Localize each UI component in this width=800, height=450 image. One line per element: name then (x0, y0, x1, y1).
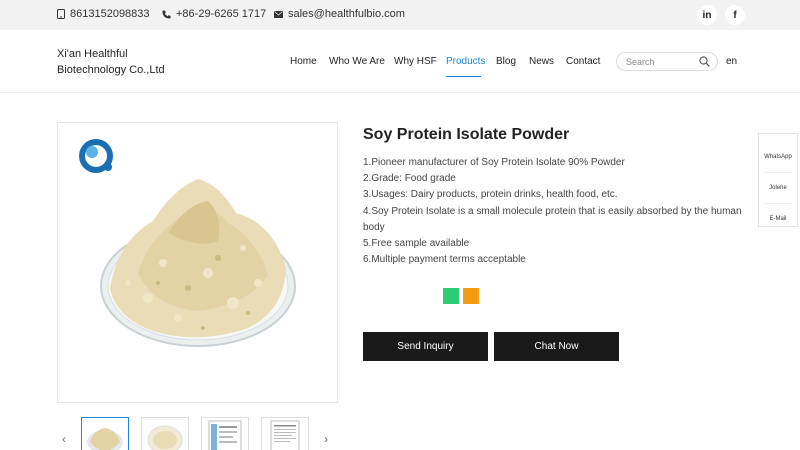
nav-home[interactable]: Home (290, 56, 317, 67)
nav-active-indicator (446, 76, 481, 77)
side-divider (763, 203, 793, 204)
product-title: Soy Protein Isolate Powder (363, 126, 570, 143)
search-box (616, 52, 718, 71)
thumbs-next-button[interactable]: › (324, 432, 328, 446)
product-main-image[interactable] (57, 122, 338, 403)
thumbnail-powder-dish (87, 428, 123, 450)
nav-products[interactable]: Products (446, 56, 485, 67)
tel-number: +86-29-6265 1717 (176, 8, 267, 20)
nav-why-hsf[interactable]: Why HSF (394, 56, 437, 67)
feature-item: 4.Soy Protein Isolate is a small molecul… (363, 205, 742, 233)
thumbnail-2[interactable] (141, 417, 189, 450)
email-contact[interactable]: sales@healthfulbio.com (274, 8, 405, 20)
thumbnail-document (208, 420, 242, 450)
linkedin-icon[interactable]: in (697, 5, 717, 25)
language-selector[interactable]: en (726, 56, 737, 67)
feature-item: 6.Multiple payment terms acceptable (363, 254, 526, 266)
share-button-orange[interactable] (463, 288, 479, 304)
side-contact-panel: WhatsApp Jolene E-Mail (758, 133, 798, 227)
company-name-line2: Biotechnology Co.,Ltd (57, 64, 165, 76)
email-address: sales@healthfulbio.com (288, 8, 405, 20)
header: Xi'an Healthful Biotechnology Co.,Ltd Ho… (0, 30, 800, 93)
feature-item: 2.Grade: Food grade (363, 173, 456, 185)
nav-news[interactable]: News (529, 56, 554, 67)
phone-icon (162, 9, 171, 19)
mail-icon (274, 10, 283, 18)
top-bar: 8613152098833 +86-29-6265 1717 sales@hea… (0, 0, 800, 30)
thumbnail-3[interactable] (201, 417, 249, 450)
chat-now-button[interactable]: Chat Now (494, 332, 619, 361)
mobile-icon (57, 9, 65, 19)
thumbnail-certificate (270, 420, 300, 450)
feature-item: 5.Free sample available (363, 238, 470, 250)
feature-item: 1.Pioneer manufacturer of Soy Protein Is… (363, 157, 625, 168)
thumbnail-powder-plate (147, 425, 183, 450)
phone-number: 8613152098833 (70, 8, 150, 20)
side-whatsapp[interactable]: WhatsApp (759, 154, 797, 160)
nav-blog[interactable]: Blog (496, 56, 516, 67)
product-photo (79, 139, 296, 347)
brand-logo-icon (79, 139, 113, 173)
search-icon[interactable] (699, 56, 710, 67)
feature-list: 1.Pioneer manufacturer of Soy Protein Is… (363, 155, 748, 268)
facebook-icon[interactable]: f (725, 5, 745, 25)
side-jolene[interactable]: Jolene (759, 185, 797, 191)
tel-contact[interactable]: +86-29-6265 1717 (162, 8, 266, 20)
nav-contact[interactable]: Contact (566, 56, 600, 67)
feature-item: 3.Usages: Dairy products, protein drinks… (363, 189, 618, 201)
thumbnail-1[interactable] (81, 417, 129, 450)
company-name[interactable]: Xi'an Healthful Biotechnology Co.,Ltd (57, 46, 165, 78)
thumbs-prev-button[interactable]: ‹ (62, 432, 66, 446)
side-divider (763, 172, 793, 173)
phone-contact[interactable]: 8613152098833 (57, 8, 150, 20)
search-input[interactable] (626, 55, 696, 69)
nav-who-we-are[interactable]: Who We Are (329, 56, 385, 67)
send-inquiry-button[interactable]: Send Inquiry (363, 332, 488, 361)
company-name-line1: Xi'an Healthful (57, 48, 128, 60)
share-button-green[interactable] (443, 288, 459, 304)
side-email[interactable]: E-Mail (759, 216, 797, 222)
thumbnail-4[interactable] (261, 417, 309, 450)
